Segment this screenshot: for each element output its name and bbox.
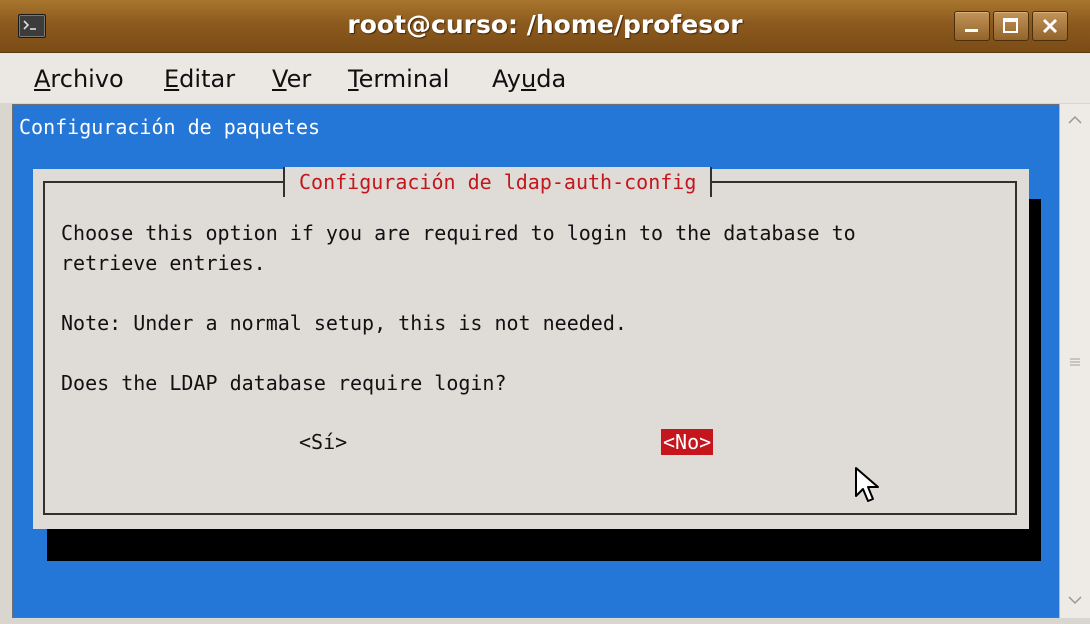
menu-terminal[interactable]: Terminal bbox=[348, 65, 449, 93]
menu-ayuda[interactable]: Ayuda bbox=[492, 65, 566, 93]
close-button[interactable] bbox=[1032, 11, 1068, 41]
menu-ver-mnemonic: V bbox=[272, 65, 287, 93]
menu-terminal-mnemonic: T bbox=[348, 65, 359, 93]
backtitle: Configuración de paquetes bbox=[19, 115, 321, 139]
dialog-title: Configuración de ldap-auth-config bbox=[283, 167, 713, 197]
scroll-up-icon[interactable] bbox=[1067, 114, 1083, 126]
dialog-text-line: Choose this option if you are required t… bbox=[61, 221, 856, 245]
menu-ver-rest: er bbox=[286, 65, 312, 93]
terminal-window: root@curso: /home/profesor Archivo Edita… bbox=[0, 0, 1090, 624]
menu-ayuda-pre: Ay bbox=[492, 65, 521, 93]
menu-ver[interactable]: Ver bbox=[272, 65, 311, 93]
close-icon bbox=[1042, 18, 1058, 34]
menu-editar-mnemonic: E bbox=[164, 65, 180, 93]
yes-button[interactable]: <Sí> bbox=[297, 429, 349, 455]
mouse-pointer-icon bbox=[855, 467, 879, 502]
window-title: root@curso: /home/profesor bbox=[347, 10, 743, 39]
menu-archivo-mnemonic: A bbox=[34, 65, 51, 93]
menu-editar[interactable]: Editar bbox=[164, 65, 235, 93]
minimize-button[interactable] bbox=[954, 11, 990, 41]
no-button[interactable]: <No> bbox=[661, 429, 714, 455]
menu-ayuda-rest: da bbox=[536, 65, 567, 93]
scroll-grip-icon[interactable] bbox=[1069, 356, 1081, 368]
menu-editar-rest: ditar bbox=[179, 65, 236, 93]
dialog-text-line: retrieve entries. bbox=[61, 251, 266, 275]
menu-archivo[interactable]: Archivo bbox=[34, 65, 124, 93]
menu-ayuda-mnemonic: u bbox=[521, 65, 537, 93]
menu-bar: Archivo Editar Ver Terminal Ayuda bbox=[0, 53, 1090, 103]
vertical-scrollbar[interactable] bbox=[1059, 104, 1090, 618]
dialog-question: Does the LDAP database require login? bbox=[61, 371, 507, 395]
maximize-button[interactable] bbox=[993, 11, 1029, 41]
maximize-icon bbox=[1003, 18, 1018, 33]
menu-archivo-rest: rchivo bbox=[50, 65, 124, 93]
dialog-text-line: Note: Under a normal setup, this is not … bbox=[61, 311, 627, 335]
minimize-icon bbox=[965, 29, 978, 32]
scroll-down-icon[interactable] bbox=[1067, 594, 1083, 606]
terminal-screen[interactable]: Configuración de paquetes Configuración … bbox=[12, 104, 1060, 618]
menu-terminal-rest: erminal bbox=[358, 65, 450, 93]
title-bar[interactable]: root@curso: /home/profesor bbox=[0, 0, 1090, 53]
